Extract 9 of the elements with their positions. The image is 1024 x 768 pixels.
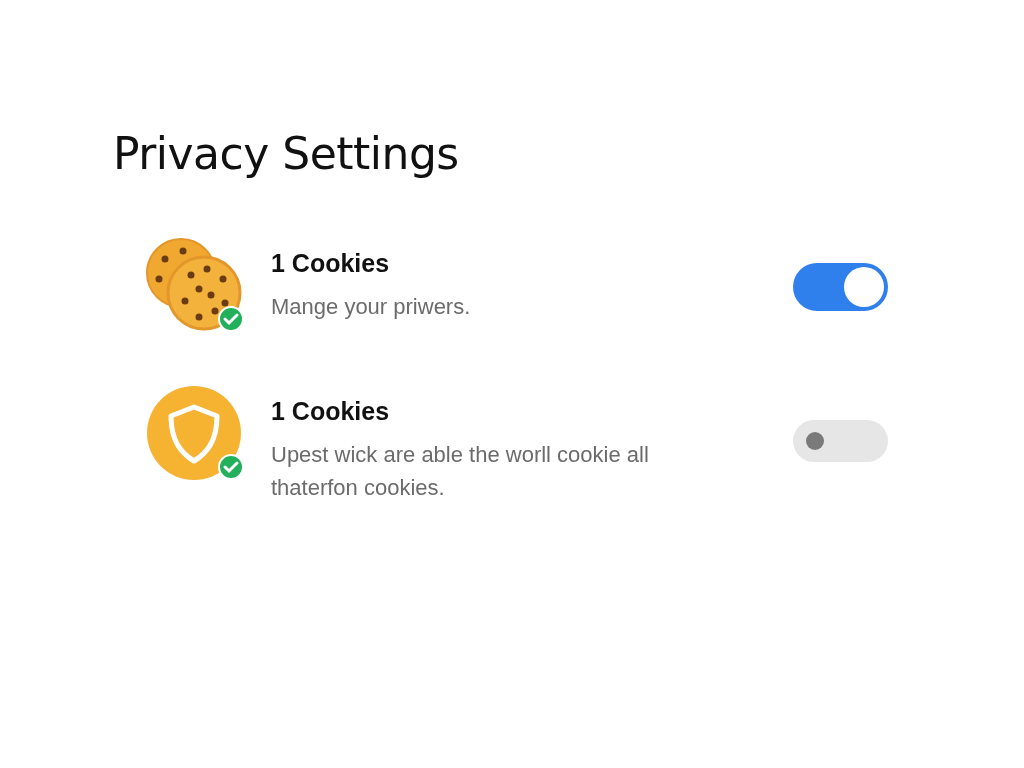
toggle-switch[interactable] [793, 263, 888, 311]
setting-description: Mange your priwers. [271, 293, 472, 321]
setting-description: Upest wick are able the worll cookie all thaterfon cookies. [271, 441, 650, 502]
setting-title: 1 Cookies [271, 249, 391, 278]
setting-title: 1 Cookies [271, 397, 391, 426]
cookies-icon [146, 238, 242, 331]
shield-icon [147, 386, 241, 480]
page-title: Privacy Settings [113, 128, 460, 179]
toggle-switch[interactable] [793, 420, 888, 462]
